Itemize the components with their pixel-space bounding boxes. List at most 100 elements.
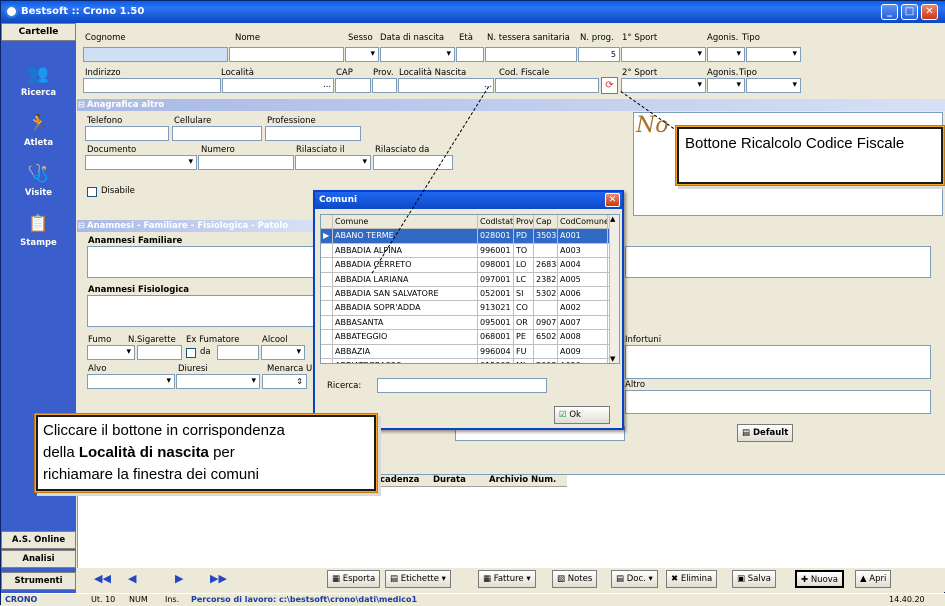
minimize-button[interactable]: _	[881, 4, 898, 20]
nsigarette-field[interactable]	[137, 345, 182, 360]
diuresi-select[interactable]	[176, 374, 260, 389]
nprog-field[interactable]: 5	[578, 47, 620, 62]
next-record-icon[interactable]: ▶	[175, 572, 183, 585]
first-record-icon[interactable]: ◀◀	[94, 572, 111, 585]
sport2-select[interactable]	[621, 78, 706, 93]
anamnesi-familiare-area[interactable]	[87, 246, 317, 278]
comune-row[interactable]: ABBADIA SAN SALVATORE052001SI53021A006	[321, 287, 611, 302]
scroll-up-icon[interactable]: ▲	[610, 215, 615, 223]
sidebar-header[interactable]: Cartelle	[1, 23, 76, 41]
apri-button[interactable]: ▲ Apri	[855, 570, 892, 588]
elimina-button[interactable]: ✖ Elimina	[666, 570, 718, 588]
col-cadenza[interactable]: cadenza	[380, 475, 419, 485]
infortuni-area[interactable]	[625, 345, 931, 379]
comuni-dialog-title[interactable]: Comuni	[315, 192, 622, 209]
agonis1-select[interactable]	[707, 47, 745, 62]
fumo-select[interactable]	[87, 345, 135, 360]
close-button[interactable]: ✕	[921, 4, 938, 20]
comune-row[interactable]: ABBADIA SOPR'ADDA 913021 CO A002	[321, 301, 611, 316]
col-prov[interactable]: Prov	[514, 215, 534, 229]
eta-field[interactable]	[456, 47, 484, 62]
col-codcomune[interactable]: CodComune	[558, 215, 608, 229]
anagrafica-section-header[interactable]: Anagrafica altro	[77, 99, 945, 111]
comuni-close-button[interactable]: ✕	[605, 193, 620, 207]
tipo2-label: Tipo	[739, 68, 757, 78]
stepper-icon[interactable]: ⇕	[296, 375, 303, 388]
comune-row[interactable]: ABBASANTA095001OR09071A007	[321, 315, 611, 331]
comune-row[interactable]: ABBIATEGRASSO015002MI20081A010	[321, 359, 611, 363]
prev-record-icon[interactable]: ◀	[128, 572, 136, 585]
exfumatore-checkbox[interactable]	[186, 348, 196, 358]
data-nascita-picker[interactable]	[380, 47, 455, 62]
indirizzo-field[interactable]	[83, 78, 221, 93]
localita-lookup-button[interactable]: ...	[323, 80, 331, 90]
fatture-button[interactable]: ▦ Fatture ▾	[478, 570, 536, 588]
localita-field[interactable]	[222, 78, 334, 93]
col-cap[interactable]: Cap	[534, 215, 558, 229]
sesso-select[interactable]	[345, 47, 379, 62]
col-codistat[interactable]: Codlstat	[478, 215, 514, 229]
numero-field[interactable]	[198, 155, 294, 170]
cod-fiscale-field[interactable]	[495, 78, 599, 93]
comuni-grid[interactable]: Comune Codlstat Prov Cap CodComune ▶ ABAN…	[320, 214, 620, 364]
title-bar[interactable]: Bestsoft :: Crono 1.50 _ □ ✕	[1, 1, 945, 23]
nome-field[interactable]	[229, 47, 344, 62]
agonis2-select[interactable]	[707, 78, 745, 93]
anamnesi-fisiologica-area[interactable]	[87, 295, 317, 327]
last-record-icon[interactable]: ▶▶	[210, 572, 227, 585]
col-durata[interactable]: Durata	[433, 475, 466, 485]
comune-row[interactable]: ABBAZIA 996004 FU A009	[321, 344, 611, 359]
sidebar-strumenti[interactable]: Strumenti	[1, 572, 76, 590]
alcool-select[interactable]	[261, 345, 305, 360]
alvo-select[interactable]	[87, 374, 175, 389]
sidebar-item-stampe[interactable]: 📋 Stampe	[1, 213, 76, 248]
sidebar-asonline[interactable]: A.S. Online	[1, 531, 76, 549]
altro-area[interactable]	[625, 390, 931, 414]
cap-field[interactable]	[335, 78, 371, 93]
tipo1-select[interactable]	[746, 47, 801, 62]
tessera-field[interactable]	[485, 47, 577, 62]
sidebar-item-atleta[interactable]: 🏃 Atleta	[1, 113, 76, 148]
telefono-field[interactable]	[85, 126, 169, 141]
lower-table-header: cadenza Durata Archivio Num.	[377, 475, 567, 487]
maximize-button[interactable]: □	[901, 4, 918, 20]
loc-nascita-field[interactable]	[398, 78, 494, 93]
documento-select[interactable]	[85, 155, 197, 170]
default-button[interactable]: ▤ Default	[737, 424, 794, 442]
col-archivio[interactable]: Archivio Num.	[489, 475, 556, 485]
comune-row[interactable]: ABBADIA ALPINA 996001 TO A003	[321, 243, 611, 259]
sidebar-item-ricerca[interactable]: 👥 Ricerca	[1, 63, 76, 98]
sport1-select[interactable]	[621, 47, 706, 62]
ricerca-input[interactable]	[377, 378, 547, 393]
prov-field[interactable]	[372, 78, 397, 93]
anamnesi-familiare-area-right[interactable]	[625, 246, 931, 278]
ok-button[interactable]: ☑ Ok	[554, 406, 610, 424]
sidebar-analisi[interactable]: Analisi	[1, 550, 76, 568]
salva-button[interactable]: ▣ Salva	[732, 570, 776, 588]
grid-scrollbar[interactable]: ▲ ▼	[609, 215, 619, 363]
esporta-button[interactable]: ▦ Esporta	[327, 570, 381, 588]
ricalcolo-cf-button[interactable]: ⟳	[601, 77, 618, 94]
nuova-button[interactable]: ✚ Nuova	[795, 570, 845, 588]
comune-row[interactable]: ▶ABANO TERME028001PD35031A001	[321, 229, 611, 244]
comune-row[interactable]: ABBATEGGIO068001PE65020A008	[321, 330, 611, 345]
callout-line-2: della Località di nascita per	[43, 444, 235, 461]
cognome-field[interactable]	[83, 47, 228, 62]
people-icon: 👥	[27, 64, 50, 84]
disabile-checkbox[interactable]	[87, 187, 97, 197]
etichette-button[interactable]: ▤ Etichette ▾	[385, 570, 451, 588]
tipo2-select[interactable]	[746, 78, 801, 93]
comune-cell: A009	[558, 344, 608, 359]
scroll-down-icon[interactable]: ▼	[610, 355, 615, 363]
notes-button[interactable]: ▧ Notes	[552, 570, 598, 588]
sidebar-item-visite[interactable]: 🩺 Visite	[1, 163, 76, 198]
menarca-stepper[interactable]: ⇕	[262, 374, 307, 389]
professione-field[interactable]	[265, 126, 361, 141]
anamnesi-section-header[interactable]: Anamnesi - Familiare - Fisiologica - Pat…	[77, 220, 313, 232]
comune-row[interactable]: ABBADIA LARIANA097001LC23821A005	[321, 272, 611, 287]
comune-row[interactable]: ABBADIA CERRETO098001LO26834A004	[321, 258, 611, 273]
exfumatore-da-field[interactable]	[217, 345, 259, 360]
doc-button[interactable]: ▤ Doc. ▾	[611, 570, 658, 588]
rilasciato-il-picker[interactable]	[295, 155, 371, 170]
cellulare-field[interactable]	[172, 126, 262, 141]
